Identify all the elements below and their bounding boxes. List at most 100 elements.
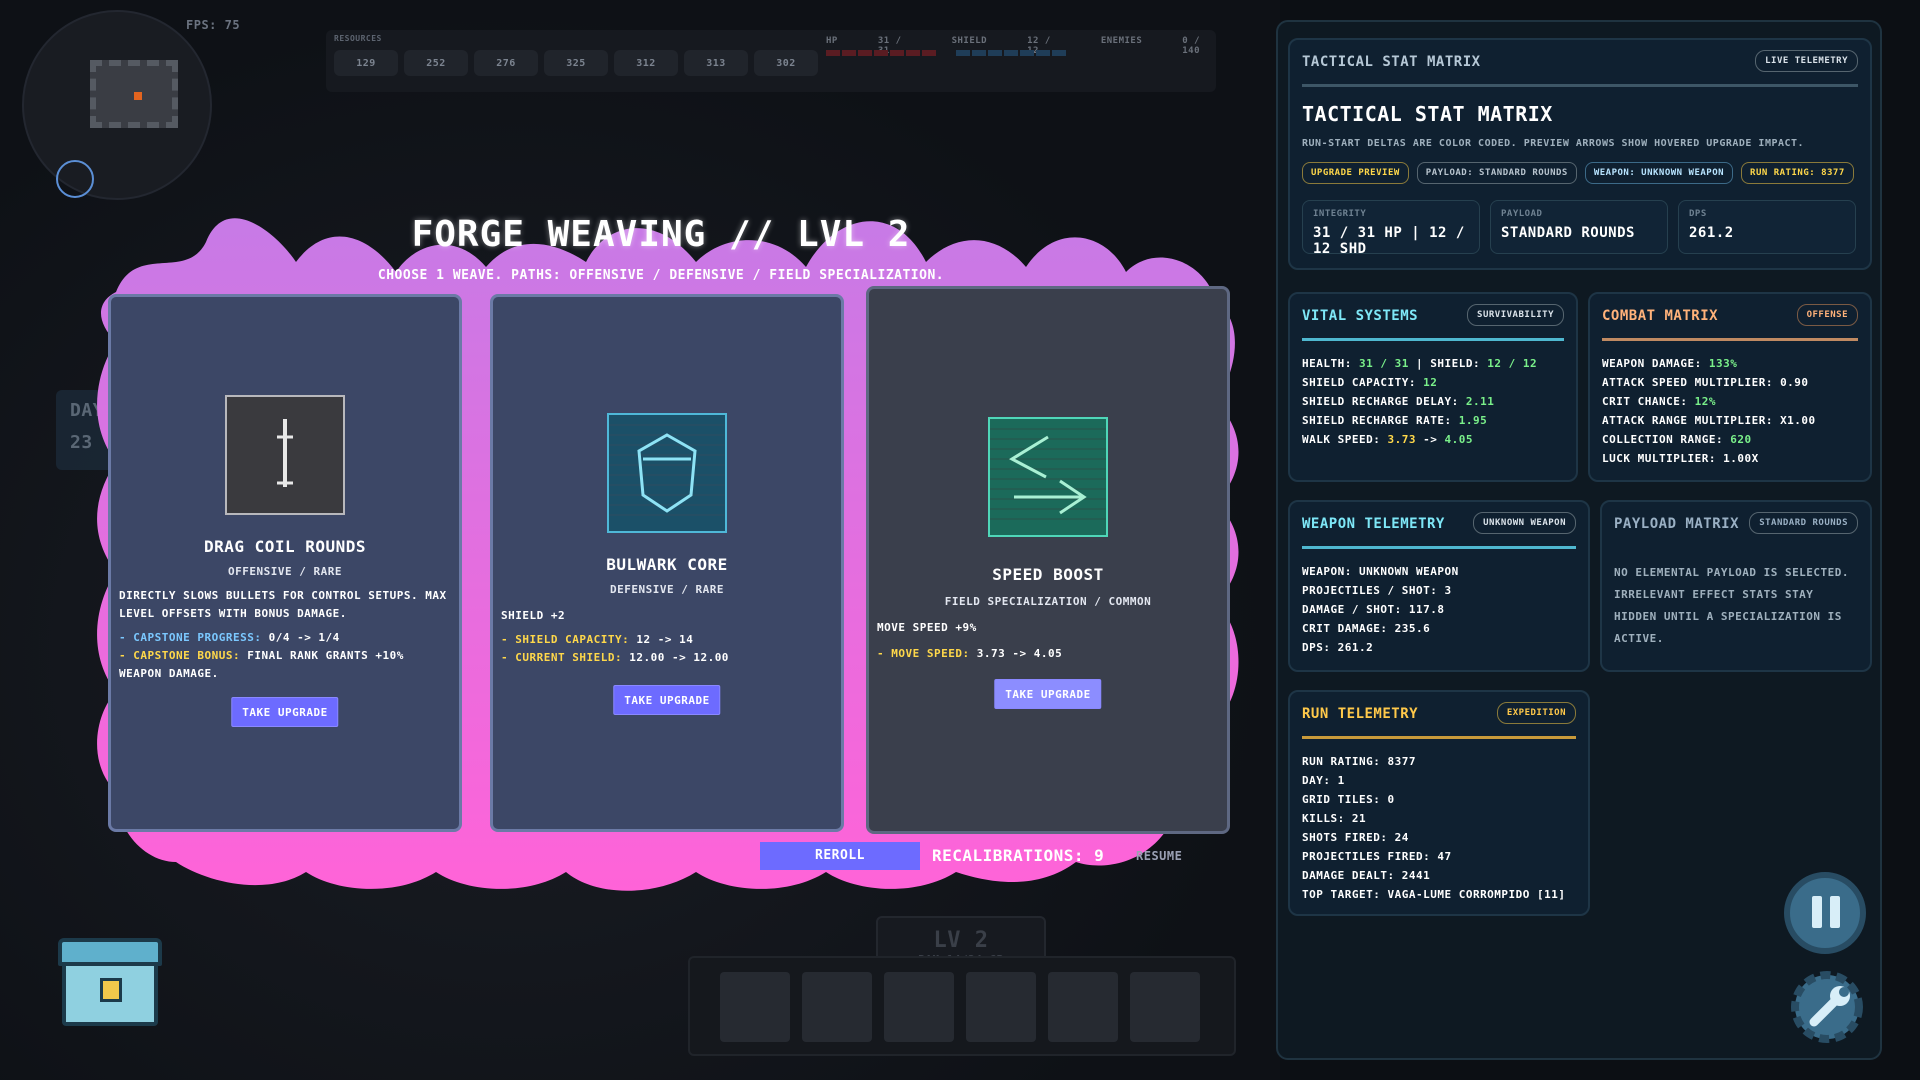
run-row: KILLS: 21	[1302, 812, 1367, 825]
hotbar-slot[interactable]	[884, 972, 954, 1042]
chest-icon[interactable]	[56, 930, 164, 1030]
upgrade-card-bulwark-core[interactable]: BULWARK CORE DEFENSIVE / RARE SHIELD +2 …	[490, 294, 844, 832]
payload-tag: STANDARD ROUNDS	[1749, 512, 1858, 534]
resources-title: RESOURCES	[334, 34, 382, 43]
run-tag: EXPEDITION	[1496, 702, 1576, 724]
combat-tag: OFFENSE	[1796, 304, 1858, 326]
resource-chip: 325	[544, 50, 608, 76]
weapon-tag: UNKNOWN WEAPON	[1473, 512, 1576, 534]
upgrade-preview-chip: UPGRADE PREVIEW	[1302, 162, 1409, 184]
combat-row: CRIT CHANCE: 12%	[1602, 395, 1716, 408]
card-description: SHIELD +2 - SHIELD CAPACITY: 12 -> 14 - …	[501, 607, 833, 667]
wrench-icon[interactable]	[1784, 964, 1870, 1050]
dps-value: 261.2	[1689, 225, 1734, 241]
card-description: MOVE SPEED +9% - MOVE SPEED: 3.73 -> 4.0…	[877, 619, 1219, 663]
card-stat-line: - CURRENT SHIELD: 12.00 -> 12.00	[501, 649, 833, 667]
enemies-value: 0 / 140	[1182, 36, 1201, 56]
forge-title: FORGE WEAVING // LVL 2	[411, 214, 911, 255]
vital-row: HEALTH: 31 / 31 | SHIELD: 12 / 12	[1302, 357, 1538, 370]
card-stat-label: - SHIELD CAPACITY:	[501, 633, 630, 646]
take-upgrade-button[interactable]: TAKE UPGRADE	[231, 697, 339, 727]
resume-button[interactable]: RESUME	[1136, 842, 1182, 870]
payload-title: PAYLOAD MATRIX	[1614, 516, 1740, 532]
integrity-value: 31 / 31 HP | 12 / 12 SHD	[1313, 225, 1465, 257]
level-label: LV 2	[933, 928, 989, 953]
card-stat-line: - CAPSTONE BONUS: FINAL RANK GRANTS +10%…	[119, 647, 451, 683]
hotbar-slot[interactable]	[966, 972, 1036, 1042]
card-stat-value: 12 -> 14	[636, 633, 694, 646]
shield-icon	[607, 413, 727, 533]
panel-header: TACTICAL STAT MATRIX	[1302, 54, 1481, 70]
card-stat-label: - CAPSTONE BONUS:	[119, 649, 241, 662]
drag-coil-icon	[225, 395, 345, 515]
shield-bar	[956, 50, 1066, 56]
card-description: DIRECTLY SLOWS BULLETS FOR CONTROL SETUP…	[119, 587, 451, 683]
vital-tag: SURVIVABILITY	[1467, 304, 1564, 326]
upgrade-card-drag-coil[interactable]: DRAG COIL ROUNDS OFFENSIVE / RARE DIRECT…	[108, 294, 462, 832]
card-stat-label: - MOVE SPEED:	[877, 647, 970, 660]
run-row: SHOTS FIRED: 24	[1302, 831, 1409, 844]
integrity-card: INTEGRITY 31 / 31 HP | 12 / 12 SHD	[1302, 200, 1480, 257]
panel-description: RUN-START DELTAS ARE COLOR CODED. PREVIE…	[1302, 138, 1805, 149]
run-row: GRID TILES: 0	[1302, 793, 1395, 806]
crosshair-icon	[56, 160, 94, 198]
payload-label: PAYLOAD	[1501, 209, 1543, 219]
hotbar-slot[interactable]	[802, 972, 872, 1042]
fps-counter: FPS: 75	[186, 18, 241, 32]
panel-title: TACTICAL STAT MATRIX	[1302, 102, 1553, 126]
resource-chip: 302	[754, 50, 818, 76]
card-name: SPEED BOOST	[992, 565, 1104, 584]
panel-chips: UPGRADE PREVIEW PAYLOAD: STANDARD ROUNDS…	[1302, 162, 1854, 184]
weapon-rows: WEAPON: UNKNOWN WEAPON PROJECTILES / SHO…	[1302, 562, 1459, 657]
run-row: DAMAGE DEALT: 2441	[1302, 869, 1431, 882]
take-upgrade-button[interactable]: TAKE UPGRADE	[613, 685, 721, 715]
speed-arrow-icon	[988, 417, 1108, 537]
resource-bar: RESOURCES 129 252 276 325 312 313 302 HP…	[326, 30, 1216, 92]
weapon-row: DPS: 261.2	[1302, 641, 1374, 654]
run-title: RUN TELEMETRY	[1302, 706, 1419, 722]
card-stat-line: - CAPSTONE PROGRESS: 0/4 -> 1/4	[119, 629, 451, 647]
hotbar-slot[interactable]	[720, 972, 790, 1042]
resource-chip: 129	[334, 50, 398, 76]
weapon-row: DAMAGE / SHOT: 117.8	[1302, 603, 1445, 616]
run-row: RUN RATING: 8377	[1302, 755, 1416, 768]
weapon-row: PROJECTILES / SHOT: 3	[1302, 584, 1452, 597]
dps-card: DPS 261.2	[1678, 200, 1856, 254]
run-row: PROJECTILES FIRED: 47	[1302, 850, 1452, 863]
card-stat-label: - CAPSTONE PROGRESS:	[119, 631, 262, 644]
upgrade-card-speed-boost[interactable]: SPEED BOOST FIELD SPECIALIZATION / COMMO…	[866, 286, 1230, 834]
run-row: TOP TARGET: VAGA-LUME CORROMPIDO [11]	[1302, 888, 1566, 901]
card-stat-value: 0/4 -> 1/4	[268, 631, 340, 644]
resource-chip: 313	[684, 50, 748, 76]
vital-row: SHIELD RECHARGE DELAY: 2.11	[1302, 395, 1495, 408]
resource-chips: 129 252 276 325 312 313 302	[334, 50, 818, 76]
weapon-divider	[1302, 546, 1576, 549]
take-upgrade-button[interactable]: TAKE UPGRADE	[994, 679, 1102, 709]
weapon-row: WEAPON: UNKNOWN WEAPON	[1302, 565, 1459, 578]
combat-row: COLLECTION RANGE: 620	[1602, 433, 1752, 446]
combat-row: ATTACK RANGE MULTIPLIER: X1.00	[1602, 414, 1816, 427]
forge-subtitle: CHOOSE 1 WEAVE. PATHS: OFFENSIVE / DEFEN…	[377, 268, 945, 283]
card-desc-text: DIRECTLY SLOWS BULLETS FOR CONTROL SETUP…	[119, 589, 447, 620]
resource-chip: 252	[404, 50, 468, 76]
hp-bar	[826, 50, 936, 56]
vital-row: WALK SPEED: 3.73 -> 4.05	[1302, 433, 1473, 446]
weapon-title: WEAPON TELEMETRY	[1302, 516, 1445, 532]
hotbar-slot[interactable]	[1130, 972, 1200, 1042]
hotbar-slot[interactable]	[1048, 972, 1118, 1042]
stat-matrix-header: TACTICAL STAT MATRIX LIVE TELEMETRY TACT…	[1288, 38, 1872, 270]
card-stat-value: 3.73 -> 4.05	[976, 647, 1063, 660]
card-stat-value: 12.00 -> 12.00	[629, 651, 729, 664]
card-rarity: OFFENSIVE / RARE	[228, 565, 342, 578]
card-stat-line: - SHIELD CAPACITY: 12 -> 14	[501, 631, 833, 649]
card-desc-text: MOVE SPEED +9%	[877, 621, 977, 634]
resource-chip: 276	[474, 50, 538, 76]
run-rows: RUN RATING: 8377 DAY: 1 GRID TILES: 0 KI…	[1302, 752, 1566, 904]
weapon-chip: WEAPON: UNKNOWN WEAPON	[1584, 162, 1734, 184]
combat-matrix-box: COMBAT MATRIX OFFENSE WEAPON DAMAGE: 133…	[1588, 292, 1872, 482]
pause-icon[interactable]	[1784, 872, 1866, 954]
minimap-player-marker	[134, 92, 142, 100]
weapon-hotbar	[688, 956, 1236, 1056]
reroll-button[interactable]: REROLL	[760, 842, 920, 870]
card-stat-label: - CURRENT SHIELD:	[501, 651, 623, 664]
